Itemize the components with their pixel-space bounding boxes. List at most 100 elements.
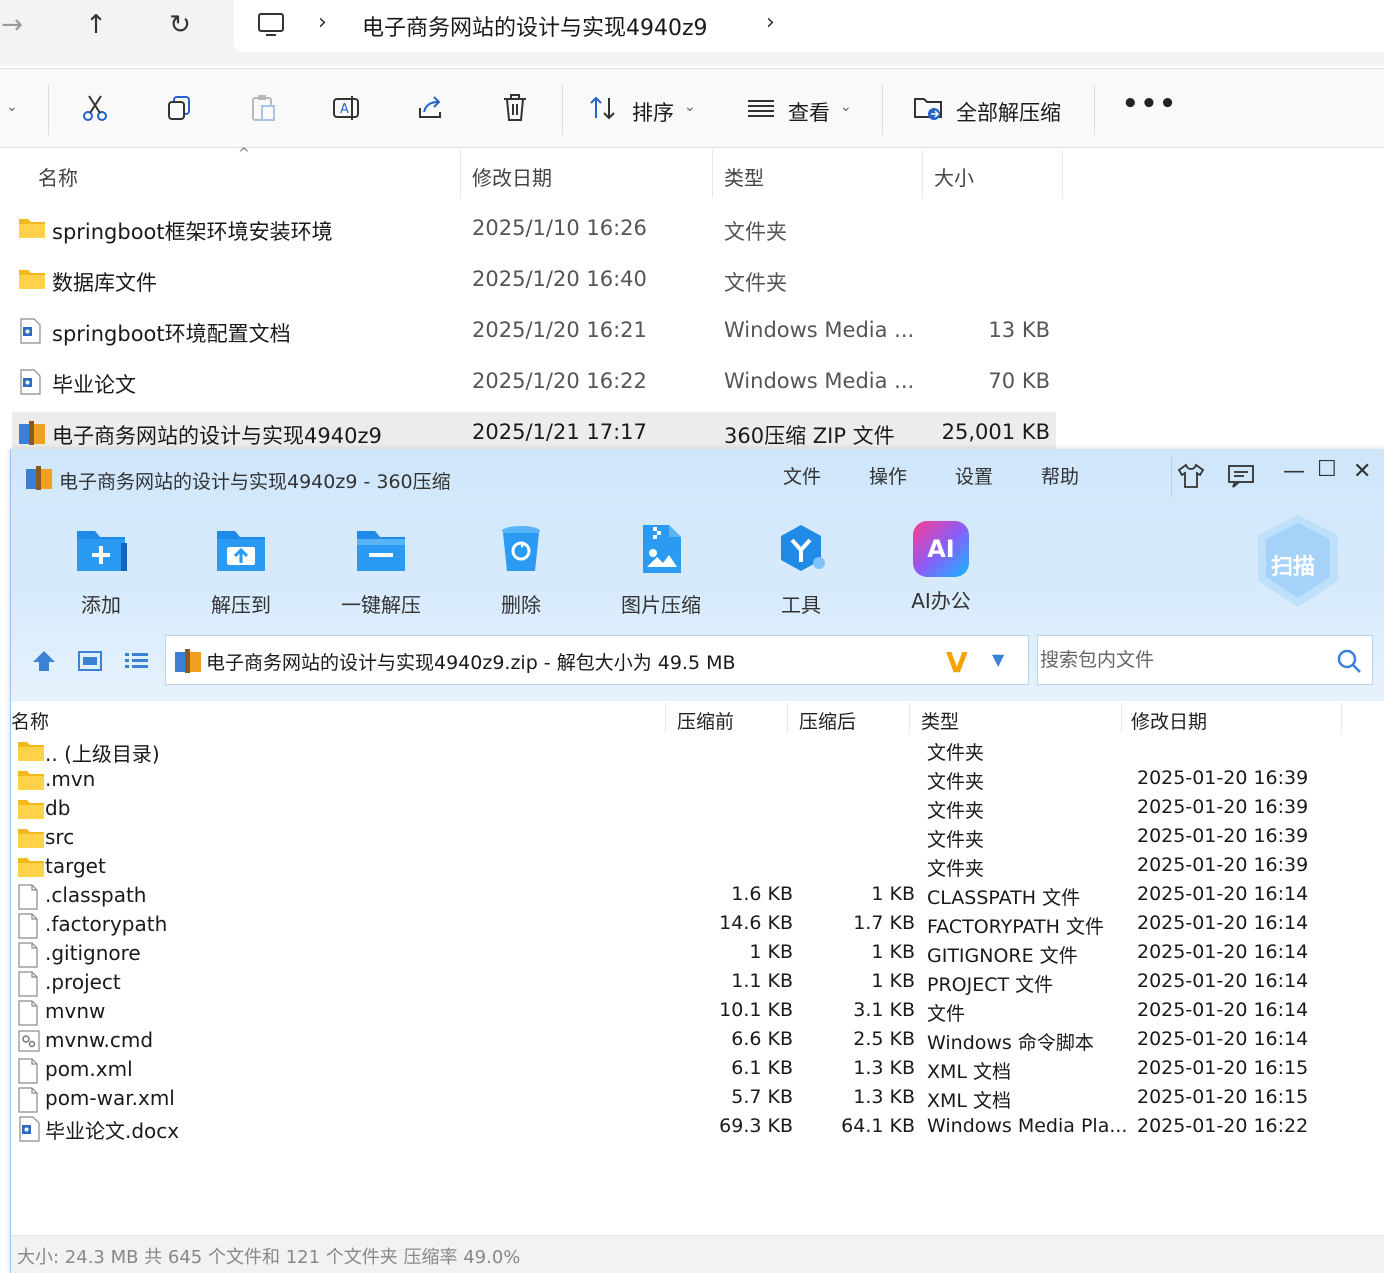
toolbar-divider <box>48 85 49 135</box>
folder-icon <box>17 797 44 819</box>
entry-name: 毕业论文.docx <box>45 1119 180 1143</box>
column-divider[interactable] <box>665 703 666 733</box>
path-toolbar: 电子商务网站的设计与实现4940z9.zip - 解包大小为 49.5 MB V… <box>11 635 1384 687</box>
column-divider[interactable] <box>1121 703 1122 733</box>
column-type[interactable]: 类型 <box>921 707 959 734</box>
scan-button[interactable]: 扫描 <box>1255 513 1341 609</box>
entry-size-before: 10.1 KB <box>719 999 793 1021</box>
ai-office-button[interactable]: AI AI办公 <box>881 521 1001 614</box>
copy-icon[interactable] <box>162 91 196 125</box>
one-click-extract-button[interactable]: 一键解压 <box>321 521 441 618</box>
delete-button[interactable]: 删除 <box>461 521 581 618</box>
minimize-icon[interactable]: — <box>1283 459 1305 484</box>
chevron-down-icon[interactable]: ⌄ <box>840 99 852 115</box>
archive-row[interactable]: .mvn 文件夹 2025-01-20 16:39 <box>11 765 1384 794</box>
column-name[interactable]: 名称 <box>38 162 78 191</box>
thumbnail-view-button[interactable] <box>75 647 105 675</box>
menu-settings[interactable]: 设置 <box>955 462 993 489</box>
entry-date: 2025-01-20 16:15 <box>1137 1086 1309 1108</box>
delete-icon[interactable] <box>498 91 532 125</box>
entry-name: pom.xml <box>45 1057 133 1081</box>
archive-path-box[interactable]: 电子商务网站的设计与实现4940z9.zip - 解包大小为 49.5 MB V… <box>165 635 1029 685</box>
add-folder-icon <box>77 531 127 571</box>
archive-row[interactable]: .gitignore 1 KB 1 KB GITIGNORE 文件 2025-01-20… <box>11 939 1384 968</box>
file-row[interactable]: springboot环境配置文档 2025/1/20 16:21 Windows M… <box>12 310 1056 354</box>
breadcrumb[interactable]: 电子商务网站的设计与实现4940z9 <box>362 10 708 42</box>
chevron-right-icon[interactable]: › <box>766 10 775 35</box>
v-logo-icon[interactable]: V <box>946 646 968 679</box>
up-arrow-icon[interactable]: ↑ <box>76 8 116 42</box>
column-date[interactable]: 修改日期 <box>1131 707 1207 734</box>
archive-row[interactable]: .project 1.1 KB 1 KB PROJECT 文件 2025-01-20 1… <box>11 968 1384 997</box>
list-view-button[interactable] <box>121 647 151 675</box>
archive-row[interactable]: pom-war.xml 5.7 KB 1.3 KB XML 文档 2025-01-20 … <box>11 1084 1384 1113</box>
document-icon <box>18 318 46 344</box>
search-icon[interactable] <box>1336 648 1362 674</box>
zip360-window: 电子商务网站的设计与实现4940z9 - 360压缩 文件 操作 设置 帮助 —… <box>10 449 1384 1273</box>
file-row[interactable]: 数据库文件 2025/1/20 16:40 文件夹 <box>12 259 1056 303</box>
file-row[interactable]: springboot框架环境安装环境 2025/1/10 16:26 文件夹 <box>12 208 1056 252</box>
sort-icon[interactable] <box>586 91 620 125</box>
rename-icon[interactable]: A <box>330 91 364 125</box>
refresh-icon[interactable]: ↻ <box>160 8 200 42</box>
search-box[interactable] <box>1037 635 1373 685</box>
file-row[interactable]: 毕业论文 2025/1/20 16:22 Windows Media ... 70 K… <box>12 361 1056 405</box>
extract-all-button[interactable]: 全部解压缩 <box>956 97 1061 127</box>
column-divider[interactable] <box>460 150 461 198</box>
menu-operate[interactable]: 操作 <box>869 462 907 489</box>
up-arrow-icon <box>33 651 55 671</box>
chevron-down-icon[interactable]: ⌄ <box>6 99 18 115</box>
archive-row[interactable]: mvnw 10.1 KB 3.1 KB 文件 2025-01-20 16:14 <box>11 997 1384 1026</box>
column-size[interactable]: 大小 <box>934 162 974 191</box>
file-name: 毕业论文 <box>52 373 136 397</box>
dropdown-arrow-icon[interactable]: ▼ <box>992 650 1004 669</box>
extract-to-button[interactable]: 解压到 <box>181 521 301 618</box>
close-icon[interactable]: ✕ <box>1353 459 1371 484</box>
maximize-icon[interactable]: ☐ <box>1317 457 1337 482</box>
file-icon <box>17 971 43 997</box>
entry-date: 2025-01-20 16:39 <box>1137 854 1309 876</box>
share-icon[interactable] <box>414 91 448 125</box>
search-input[interactable] <box>1038 636 1328 684</box>
sort-button[interactable]: 排序 <box>632 97 674 127</box>
view-list-icon[interactable] <box>744 91 778 125</box>
archive-row[interactable]: target 文件夹 2025-01-20 16:39 <box>11 852 1384 881</box>
chevron-down-icon[interactable]: ⌄ <box>684 99 696 115</box>
archive-row[interactable]: src 文件夹 2025-01-20 16:39 <box>11 823 1384 852</box>
column-divider[interactable] <box>922 150 923 198</box>
more-options-button[interactable]: ••• <box>1122 89 1178 119</box>
column-divider[interactable] <box>1341 703 1342 733</box>
archive-row[interactable]: .factorypath 14.6 KB 1.7 KB FACTORYPATH 文件 2… <box>11 910 1384 939</box>
archive-row[interactable]: mvnw.cmd 6.6 KB 2.5 KB Windows 命令脚本 2025-01-… <box>11 1026 1384 1055</box>
archive-row[interactable]: 毕业论文.docx 69.3 KB 64.1 KB Windows Media Pla… <box>11 1113 1384 1143</box>
parent-folder-button[interactable] <box>29 647 59 675</box>
column-date[interactable]: 修改日期 <box>472 162 552 191</box>
archive-row[interactable]: .classpath 1.6 KB 1 KB CLASSPATH 文件 2025-01-… <box>11 881 1384 910</box>
skin-shirt-icon[interactable] <box>1177 463 1205 489</box>
extract-all-icon[interactable] <box>912 91 946 125</box>
cut-icon[interactable] <box>78 91 112 125</box>
view-button[interactable]: 查看 <box>788 97 830 127</box>
column-type[interactable]: 类型 <box>724 162 764 191</box>
address-bar[interactable]: › 电子商务网站的设计与实现4940z9 › <box>234 0 1384 52</box>
menu-file[interactable]: 文件 <box>783 462 821 489</box>
file-size: 70 KB <box>988 369 1050 393</box>
archive-row[interactable]: db 文件夹 2025-01-20 16:39 <box>11 794 1384 823</box>
column-divider[interactable] <box>787 703 788 733</box>
scan-label: 扫描 <box>1271 555 1316 580</box>
forward-arrow-icon[interactable]: → <box>0 8 32 42</box>
archive-row[interactable]: pom.xml 6.1 KB 1.3 KB XML 文档 2025-01-20 16:1… <box>11 1055 1384 1084</box>
column-name[interactable]: 名称 <box>11 707 49 734</box>
image-compress-button[interactable]: 图片压缩 <box>601 521 721 618</box>
file-name: 电子商务网站的设计与实现4940z9 <box>52 424 382 448</box>
feedback-icon[interactable] <box>1227 463 1255 489</box>
add-button[interactable]: 添加 <box>41 521 161 618</box>
archive-row[interactable]: .. (上级目录) 文件夹 <box>11 736 1384 766</box>
column-divider[interactable] <box>712 150 713 198</box>
menu-help[interactable]: 帮助 <box>1041 462 1079 489</box>
column-divider[interactable] <box>1062 150 1063 198</box>
column-divider[interactable] <box>909 703 910 733</box>
column-after[interactable]: 压缩后 <box>799 707 856 734</box>
tools-button[interactable]: 工具 <box>741 521 861 618</box>
column-before[interactable]: 压缩前 <box>677 707 734 734</box>
